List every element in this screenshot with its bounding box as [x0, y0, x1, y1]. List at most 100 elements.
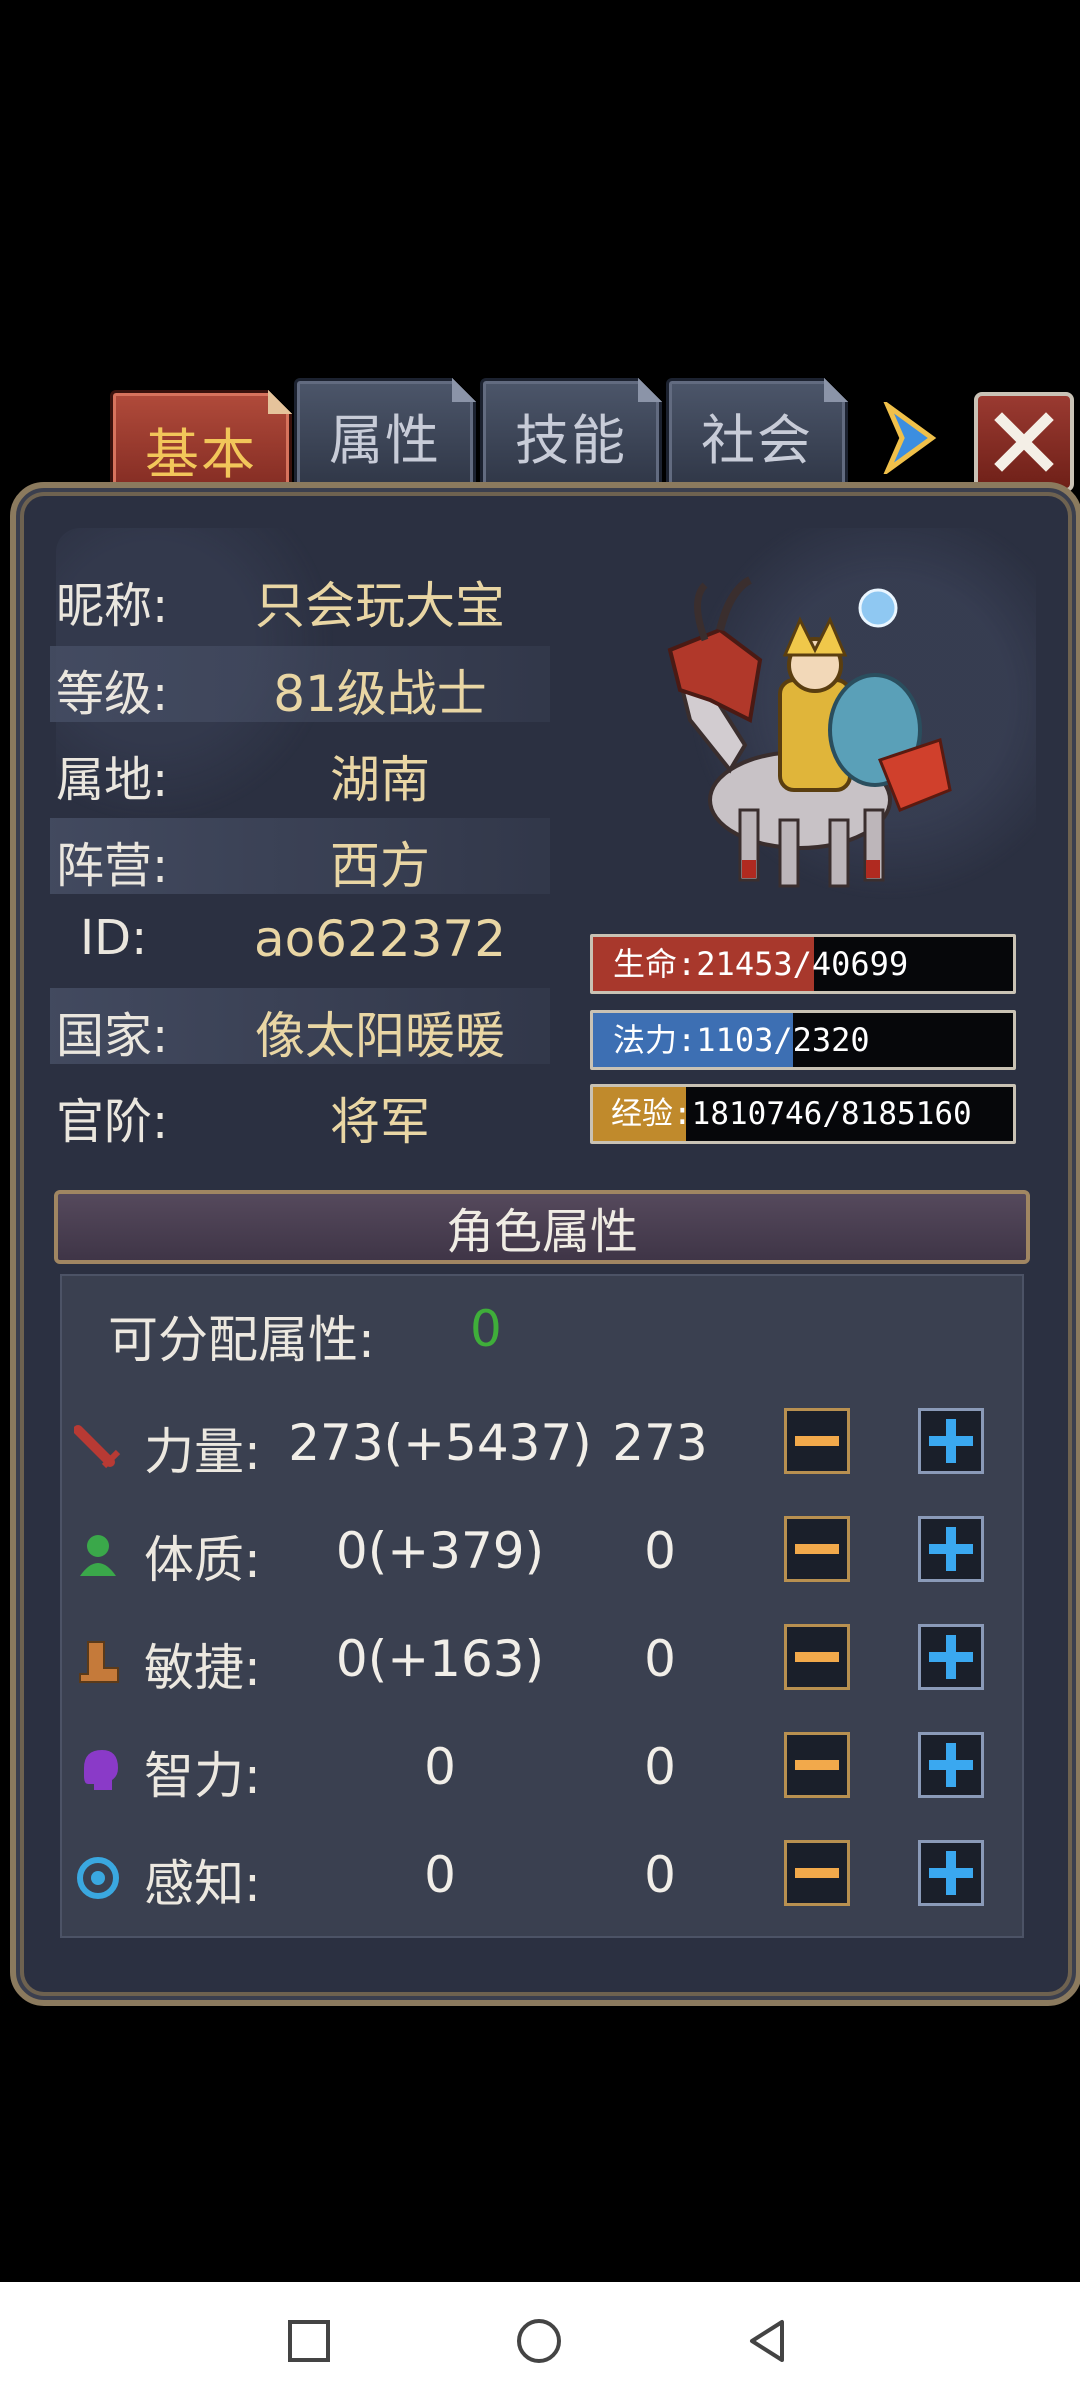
home-icon[interactable]	[514, 2316, 564, 2366]
perception-base: 0	[644, 1846, 676, 1904]
tab-fold-corner	[638, 378, 662, 402]
agility-minus-button[interactable]	[784, 1624, 850, 1690]
country-label: 国家:	[56, 1008, 169, 1064]
chevron-right-icon	[883, 402, 937, 474]
hp-label: 生命	[613, 945, 678, 983]
nickname-row: 昵称: 只会玩大宝	[50, 558, 550, 635]
level-value: 81级战士	[273, 665, 487, 723]
mp-max: 2320	[792, 1021, 870, 1059]
attribute-row-perception: 感知: 0 0	[60, 1832, 1020, 1922]
id-value: ao622372	[253, 910, 507, 968]
exp-current: 1810746	[691, 1096, 823, 1132]
attribute-row-constitution: 体质: 0(+379) 0	[60, 1508, 1020, 1598]
free-points-value: 0	[470, 1300, 502, 1358]
level-label: 等级:	[56, 666, 169, 722]
intelligence-total: 0	[424, 1738, 456, 1796]
constitution-base: 0	[644, 1522, 676, 1580]
intelligence-minus-button[interactable]	[784, 1732, 850, 1798]
perception-plus-button[interactable]	[918, 1840, 984, 1906]
plus-icon-vertical	[946, 1743, 956, 1787]
constitution-total: 0(+379)	[335, 1522, 545, 1580]
exp-label: 经验	[611, 1096, 673, 1132]
territory-value: 湖南	[330, 751, 430, 809]
head-icon	[84, 1750, 118, 1790]
tab-social-label: 社会	[701, 408, 813, 472]
camp-label: 阵营:	[56, 838, 169, 894]
back-icon[interactable]	[744, 2316, 794, 2366]
minus-icon	[795, 1436, 839, 1446]
country-value: 像太阳暖暖	[255, 1007, 505, 1065]
tab-social[interactable]: 社会	[666, 378, 848, 492]
mp-label: 法力	[613, 1021, 678, 1059]
minus-icon	[795, 1652, 839, 1662]
tab-skills-label: 技能	[515, 408, 627, 472]
person-icon	[80, 1535, 116, 1576]
strength-total: 273(+5437)	[288, 1414, 592, 1472]
exp-max: 8185160	[841, 1096, 972, 1132]
tab-fold-corner	[824, 378, 848, 402]
hp-max: 40699	[811, 945, 909, 983]
next-tab-button[interactable]	[880, 400, 940, 476]
recent-apps-icon[interactable]	[284, 2316, 334, 2366]
close-button[interactable]	[974, 392, 1074, 492]
hp-bar: 生命:21453/40699	[590, 934, 1016, 994]
perception-minus-button[interactable]	[784, 1840, 850, 1906]
tab-fold-corner	[452, 378, 476, 402]
level-row: 等级: 81级战士	[50, 646, 550, 723]
attribute-row-agility: 敏捷: 0(+163) 0	[60, 1616, 1020, 1706]
country-row: 国家: 像太阳暖暖	[50, 988, 550, 1065]
camp-row: 阵营: 西方	[50, 818, 550, 895]
plus-icon-vertical	[946, 1527, 956, 1571]
tab-attributes[interactable]: 属性	[294, 378, 476, 492]
plus-icon-vertical	[946, 1851, 956, 1895]
free-points-label: 可分配属性:	[108, 1311, 375, 1369]
minus-icon	[795, 1544, 839, 1554]
strength-label: 力量:	[144, 1423, 261, 1481]
strength-base: 273	[612, 1414, 708, 1472]
hp-current: 21453	[696, 945, 793, 983]
character-avatar	[650, 570, 970, 900]
exp-bar: 经验:1810746/8185160	[590, 1084, 1016, 1144]
agility-plus-button[interactable]	[918, 1624, 984, 1690]
system-navigation-bar	[0, 2282, 1080, 2400]
agility-label: 敏捷:	[144, 1639, 261, 1697]
mp-current: 1103	[696, 1021, 774, 1059]
mp-bar: 法力:1103/2320	[590, 1010, 1016, 1070]
strength-minus-button[interactable]	[784, 1408, 850, 1474]
id-row: ID: ao622372	[50, 902, 550, 978]
minus-icon	[795, 1760, 839, 1770]
tab-basic-label: 基本	[145, 422, 257, 486]
plus-icon-vertical	[946, 1635, 956, 1679]
territory-row: 属地: 湖南	[50, 732, 550, 809]
constitution-minus-button[interactable]	[784, 1516, 850, 1582]
attributes-section-title: 角色属性	[445, 1204, 638, 1260]
tab-attributes-label: 属性	[329, 408, 441, 472]
agility-base: 0	[644, 1630, 676, 1688]
boot-icon	[79, 1641, 119, 1683]
perception-total: 0	[424, 1846, 456, 1904]
constitution-plus-button[interactable]	[918, 1516, 984, 1582]
plus-icon-vertical	[946, 1419, 956, 1463]
rank-row: 官阶: 将军	[50, 1074, 550, 1151]
rank-label: 官阶:	[56, 1094, 169, 1150]
tab-fold-corner	[268, 390, 292, 414]
minus-icon	[795, 1868, 839, 1878]
eye-icon	[77, 1857, 119, 1899]
tab-skills[interactable]: 技能	[480, 378, 662, 492]
territory-label: 属地:	[56, 752, 169, 808]
rank-value: 将军	[330, 1093, 430, 1151]
attributes-section-header: 角色属性	[54, 1190, 1030, 1264]
sword-icon	[74, 1425, 121, 1469]
nickname-value: 只会玩大宝	[255, 577, 505, 635]
attribute-row-intelligence: 智力: 0 0	[60, 1724, 1020, 1814]
agility-total: 0(+163)	[335, 1630, 545, 1688]
perception-label: 感知:	[144, 1855, 261, 1913]
constitution-label: 体质:	[144, 1531, 261, 1589]
close-icon	[994, 412, 1054, 472]
nickname-label: 昵称:	[56, 578, 169, 634]
attribute-row-strength: 力量: 273(+5437) 273	[60, 1400, 1020, 1490]
strength-plus-button[interactable]	[918, 1408, 984, 1474]
id-label: ID:	[80, 910, 148, 966]
intelligence-label: 智力:	[144, 1747, 261, 1805]
intelligence-plus-button[interactable]	[918, 1732, 984, 1798]
